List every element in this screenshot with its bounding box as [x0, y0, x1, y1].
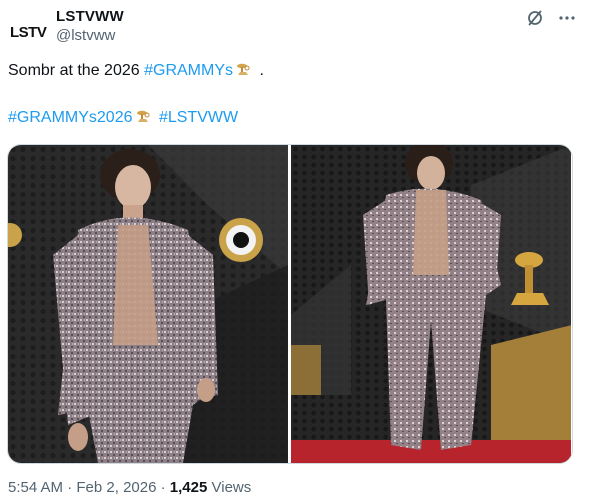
tweet-time[interactable]: 5:54 AM: [8, 479, 63, 496]
media-photo-1[interactable]: [8, 145, 288, 463]
tweet-line-2: #GRAMMYs2026 #LSTVWW: [8, 107, 578, 132]
tweet-date[interactable]: Feb 2, 2026: [76, 479, 156, 496]
grammy-trophy-icon: [235, 60, 253, 85]
lstv-logo-icon: LSTV: [10, 24, 47, 41]
grammy-trophy-icon: [135, 107, 153, 132]
author-display-name[interactable]: LSTVWW: [56, 8, 124, 25]
more-dots-icon: [559, 16, 575, 20]
tweet-text-prefix: Sombr at the 2026: [8, 62, 145, 79]
slashed-circle-icon: [528, 10, 542, 26]
svg-text:LSTV: LSTV: [10, 24, 47, 41]
tweet-meta: 5:54 AM · Feb 2, 2026 · 1,425 Views: [8, 479, 251, 496]
author-handle[interactable]: @lstvww: [56, 27, 115, 44]
tweet-text: Sombr at the 2026 #GRAMMYs . #GRAMMYs202…: [8, 60, 578, 132]
hashtag-grammys2026[interactable]: #GRAMMYs2026: [8, 109, 133, 126]
meta-separator: ·: [160, 479, 166, 496]
tweet-line-1: Sombr at the 2026 #GRAMMYs .: [8, 60, 578, 85]
views-count: 1,425: [169, 479, 208, 496]
hashtag-lstvww[interactable]: #LSTVWW: [159, 109, 238, 126]
hashtag-grammys[interactable]: #GRAMMYs: [144, 62, 233, 79]
header-actions: [525, 8, 577, 28]
tweet-text-suffix: .: [255, 62, 264, 79]
more-options-button[interactable]: [557, 8, 577, 28]
author-avatar[interactable]: LSTV: [8, 10, 48, 50]
grok-button[interactable]: [525, 8, 545, 28]
meta-separator: ·: [67, 479, 73, 496]
media-photo-2[interactable]: [291, 145, 571, 463]
tweet-media: [7, 144, 573, 464]
views-label: Views: [211, 479, 252, 496]
